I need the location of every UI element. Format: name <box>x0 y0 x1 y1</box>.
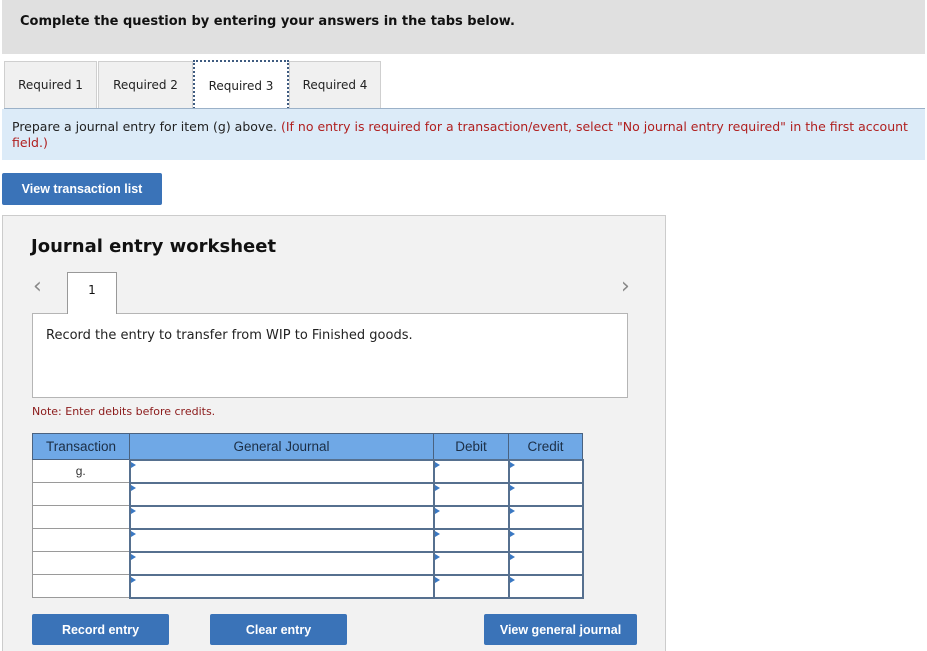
table-row <box>32 573 584 599</box>
table-row: g. <box>32 458 584 484</box>
account-input[interactable] <box>128 550 435 576</box>
account-input[interactable] <box>128 504 435 530</box>
debit-input[interactable] <box>432 458 510 484</box>
account-input[interactable] <box>128 573 435 599</box>
debit-input[interactable] <box>432 527 510 553</box>
chevron-left-icon[interactable]: ‹ <box>33 276 42 298</box>
transaction-cell <box>32 482 130 506</box>
column-header-transaction: Transaction <box>32 433 130 460</box>
debit-input[interactable] <box>432 504 510 530</box>
transaction-cell <box>32 551 130 575</box>
tab-required-3[interactable]: Required 3 <box>193 60 289 109</box>
instruction-banner: Prepare a journal entry for item (g) abo… <box>2 109 925 160</box>
account-input[interactable] <box>128 481 435 507</box>
credit-input[interactable] <box>507 481 584 507</box>
clear-entry-button[interactable]: Clear entry <box>210 614 347 645</box>
credit-input[interactable] <box>507 504 584 530</box>
table-row <box>32 527 584 553</box>
instruction-text: Prepare a journal entry for item (g) abo… <box>12 119 277 134</box>
account-input[interactable] <box>128 527 435 553</box>
debit-credit-note: Note: Enter debits before credits. <box>32 405 216 418</box>
column-header-debit: Debit <box>433 433 509 460</box>
transaction-cell: g. <box>32 459 130 483</box>
debit-input[interactable] <box>432 550 510 576</box>
chevron-right-icon[interactable]: › <box>621 276 630 298</box>
credit-input[interactable] <box>507 550 584 576</box>
table-row <box>32 504 584 530</box>
entry-description-text: Record the entry to transfer from WIP to… <box>46 328 413 343</box>
journal-table: Transaction General Journal Debit Credit… <box>32 433 584 599</box>
column-header-general-journal: General Journal <box>129 433 434 460</box>
tab-required-4[interactable]: Required 4 <box>289 61 381 108</box>
tab-required-1[interactable]: Required 1 <box>4 61 97 108</box>
worksheet-title: Journal entry worksheet <box>31 236 277 257</box>
debit-input[interactable] <box>432 481 510 507</box>
header-title: Complete the question by entering your a… <box>20 14 515 29</box>
record-entry-button[interactable]: Record entry <box>32 614 169 645</box>
required-tabs: Required 1 Required 2 Required 3 Require… <box>4 60 925 109</box>
credit-input[interactable] <box>507 573 584 599</box>
column-header-credit: Credit <box>508 433 583 460</box>
table-header-row: Transaction General Journal Debit Credit <box>32 433 583 460</box>
view-general-journal-button[interactable]: View general journal <box>484 614 637 645</box>
transaction-cell <box>32 505 130 529</box>
view-transaction-list-button[interactable]: View transaction list <box>2 173 162 205</box>
credit-input[interactable] <box>507 458 584 484</box>
debit-input[interactable] <box>432 573 510 599</box>
table-row <box>32 550 584 576</box>
credit-input[interactable] <box>507 527 584 553</box>
journal-entry-worksheet: Journal entry worksheet ‹ › 1 Record the… <box>2 215 666 651</box>
entry-description: Record the entry to transfer from WIP to… <box>32 313 628 398</box>
transaction-cell <box>32 574 130 598</box>
account-input[interactable] <box>128 458 435 484</box>
tab-required-2[interactable]: Required 2 <box>98 61 193 108</box>
question-header: Complete the question by entering your a… <box>2 0 925 54</box>
transaction-cell <box>32 528 130 552</box>
table-row <box>32 481 584 507</box>
entry-tab-1[interactable]: 1 <box>67 272 117 314</box>
